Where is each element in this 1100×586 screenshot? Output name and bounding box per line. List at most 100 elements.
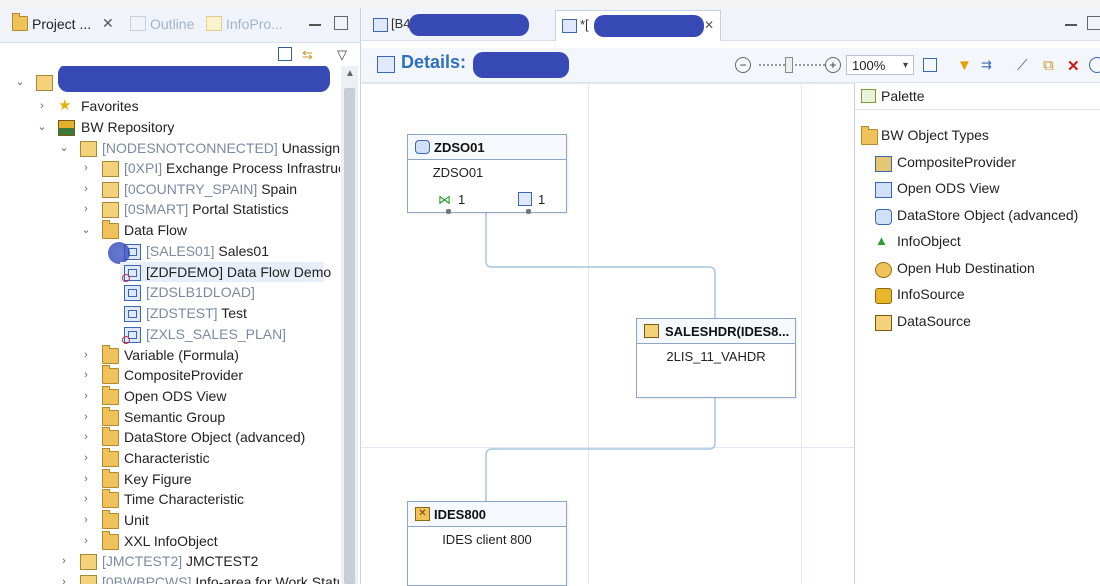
- tree-item-jmctest2[interactable]: › [JMCTEST2] JMCTEST2: [0, 551, 340, 571]
- tree-item-bw-repository[interactable]: ⌄ BW Repository: [0, 117, 340, 137]
- expand-arrow-icon[interactable]: ⌄: [14, 72, 26, 92]
- folder-icon: [102, 365, 119, 384]
- editor-tab-bar: [B4 *[ ✕: [361, 8, 1100, 41]
- outline-icon: [130, 16, 146, 31]
- expand-arrow-icon[interactable]: ⌄: [58, 138, 70, 158]
- dataflow-canvas[interactable]: ZDSO01 ZDSO01 ⋈ 1 1 SALESHDR(IDES8... 2L…: [361, 83, 854, 586]
- tab-outline-label: Outline: [150, 16, 195, 32]
- tree-scrollbar[interactable]: ▲: [341, 66, 358, 584]
- add-icon[interactable]: [1089, 57, 1100, 73]
- tree-item-data-flow[interactable]: ⌄ Data Flow: [0, 220, 340, 240]
- link-with-editor-icon[interactable]: ⇆: [302, 47, 318, 62]
- tree-item-0xpi[interactable]: › [0XPI] Exchange Process Infrastructu: [0, 158, 340, 178]
- tree-item-0country-spain[interactable]: › [0COUNTRY_SPAIN] Spain: [0, 179, 340, 199]
- tree-item-semantic-group[interactable]: › Semantic Group: [0, 407, 340, 427]
- tree-item-zdstest[interactable]: [ZDSTEST] Test: [0, 303, 340, 323]
- maximize-icon[interactable]: [334, 16, 348, 30]
- collapse-arrow-icon[interactable]: ›: [80, 199, 92, 219]
- node-zdso01[interactable]: ZDSO01 ZDSO01 ⋈ 1 1: [407, 134, 567, 214]
- tree-item-characteristic[interactable]: › Characteristic: [0, 448, 340, 468]
- collapse-arrow-icon[interactable]: ›: [80, 179, 92, 199]
- node-saleshdr[interactable]: SALESHDR(IDES8... 2LIS_11_VAHDR: [636, 318, 796, 398]
- tree-item-zxls-sales-plan[interactable]: [ZXLS_SALES_PLAN]: [0, 324, 340, 344]
- tree-item-time-characteristic[interactable]: › Time Characteristic: [0, 489, 340, 509]
- tree-item-zdslb1dload[interactable]: [ZDSLB1DLOAD]: [0, 282, 340, 302]
- tree-item-xxl-infoobject[interactable]: › XXL InfoObject: [0, 531, 340, 551]
- scrollbar-thumb[interactable]: [344, 88, 355, 584]
- tree-item-datastore-object[interactable]: › DataStore Object (advanced): [0, 427, 340, 447]
- tree-item-open-ods-view[interactable]: › Open ODS View: [0, 386, 340, 406]
- tree-item-favorites[interactable]: › ★ Favorites: [0, 96, 340, 116]
- output-port[interactable]: [526, 209, 531, 214]
- zoom-slider-track[interactable]: [759, 64, 827, 66]
- view-menu-icon[interactable]: ▽: [337, 47, 353, 62]
- palette-item-datasource[interactable]: DataSource: [875, 313, 971, 331]
- collapse-arrow-icon[interactable]: ›: [80, 158, 92, 178]
- palette-item-open-hub-destination[interactable]: Open Hub Destination: [875, 260, 1035, 278]
- minimize-editor-icon[interactable]: [1065, 24, 1077, 26]
- project-explorer-panel: Project ... ✕ Outline InfoPro... ⇆ ▽ ⌄ ›…: [0, 8, 361, 584]
- collapse-arrow-icon[interactable]: ›: [80, 448, 92, 468]
- collapse-arrow-icon[interactable]: ›: [80, 489, 92, 509]
- collapse-arrow-icon[interactable]: ›: [80, 345, 92, 365]
- zoom-slider-handle[interactable]: [785, 57, 793, 73]
- collapse-all-icon[interactable]: [278, 47, 292, 61]
- copy-icon[interactable]: ⧉: [1043, 57, 1054, 74]
- collapse-arrow-icon[interactable]: ›: [80, 386, 92, 406]
- tab-infoprovider[interactable]: InfoPro...: [206, 16, 283, 32]
- tree-item-compositeprovider[interactable]: › CompositeProvider: [0, 365, 340, 385]
- modified-overlay-icon: [122, 336, 130, 344]
- expand-arrow-icon[interactable]: ⌄: [36, 117, 48, 137]
- tab-project-explorer[interactable]: Project ...: [12, 13, 91, 32]
- node-ides800[interactable]: ✕ IDES800 IDES client 800: [407, 501, 567, 586]
- delete-icon[interactable]: ✕: [1067, 57, 1080, 75]
- tree-item-key-figure[interactable]: › Key Figure: [0, 469, 340, 489]
- editor-tab-1[interactable]: [B4: [367, 10, 543, 40]
- close-tab-icon[interactable]: ✕: [102, 15, 114, 32]
- collapse-arrow-icon[interactable]: ›: [80, 427, 92, 447]
- palette-item-infoobject[interactable]: ▲ InfoObject: [875, 233, 961, 249]
- tab-outline[interactable]: Outline: [130, 16, 194, 32]
- maximize-editor-icon[interactable]: [1087, 16, 1100, 30]
- palette-item-datastore-object[interactable]: DataStore Object (advanced): [875, 207, 1078, 225]
- palette-group-bw-object-types[interactable]: BW Object Types: [861, 126, 989, 145]
- tree-item-sales01[interactable]: [SALES01] Sales01: [0, 241, 340, 264]
- infoprovider-icon: [206, 16, 222, 31]
- collapse-arrow-icon[interactable]: ›: [80, 407, 92, 427]
- collapse-arrow-icon[interactable]: ›: [58, 572, 70, 584]
- zoom-in-icon[interactable]: +: [825, 57, 841, 73]
- tree-root[interactable]: ⌄: [0, 66, 340, 92]
- connector-icon[interactable]: ⟋: [1017, 57, 1028, 74]
- tree-item-0smart[interactable]: › [0SMART] Portal Statistics: [0, 199, 340, 219]
- filter-icon[interactable]: ▼: [957, 57, 972, 74]
- minimize-icon[interactable]: [309, 24, 321, 26]
- tech-name: [ZDSLB1DLOAD]: [146, 284, 255, 300]
- collapse-arrow-icon[interactable]: ›: [58, 551, 70, 571]
- bw-project-icon: [36, 75, 53, 91]
- editor-tab-2[interactable]: *[ ✕: [555, 10, 721, 41]
- tree-item-0bwbpcws[interactable]: › [0BWBPCWS] Info-area for Work Status: [0, 572, 340, 584]
- scroll-up-icon[interactable]: ▲: [345, 68, 355, 79]
- tree-item-variable[interactable]: › Variable (Formula): [0, 345, 340, 365]
- redacted-project-name: [58, 66, 330, 92]
- zoom-out-icon[interactable]: −: [735, 57, 751, 73]
- tree-item-zdfdemo[interactable]: [ZDFDEMO] Data Flow Demo: [120, 262, 331, 282]
- zoom-select[interactable]: 100% ▾: [846, 55, 914, 75]
- collapse-arrow-icon[interactable]: ›: [80, 510, 92, 530]
- tree-item-unit[interactable]: › Unit: [0, 510, 340, 530]
- output-port[interactable]: [446, 209, 451, 214]
- collapse-arrow-icon[interactable]: ›: [36, 96, 48, 116]
- collapse-arrow-icon[interactable]: ›: [80, 365, 92, 385]
- collapse-arrow-icon[interactable]: ›: [80, 531, 92, 551]
- folder-icon: [102, 469, 119, 488]
- show-related-icon[interactable]: ⇉: [981, 57, 992, 73]
- palette-item-open-ods-view[interactable]: Open ODS View: [875, 180, 999, 198]
- palette-header[interactable]: Palette: [855, 83, 1100, 110]
- tree-item-unassigned[interactable]: ⌄ [NODESNOTCONNECTED] Unassigned: [0, 138, 340, 158]
- collapse-arrow-icon[interactable]: ›: [80, 469, 92, 489]
- close-tab-icon[interactable]: ✕: [704, 11, 714, 39]
- palette-item-compositeprovider[interactable]: CompositeProvider: [875, 154, 1016, 172]
- expand-arrow-icon[interactable]: ⌄: [80, 220, 92, 240]
- palette-item-infosource[interactable]: InfoSource: [875, 286, 965, 304]
- layout-icon[interactable]: [923, 58, 937, 72]
